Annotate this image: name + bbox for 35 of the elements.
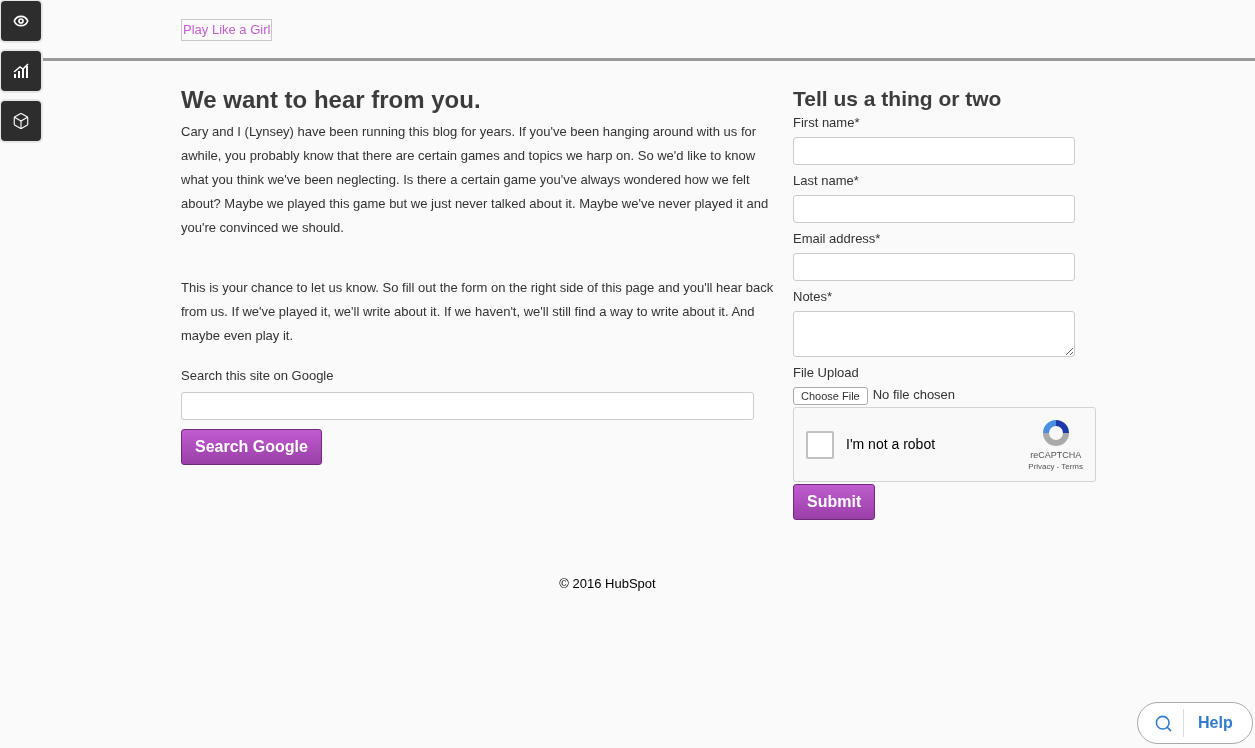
- page-heading: We want to hear from you.: [181, 85, 482, 115]
- copyright-text: © 2016 HubSpot: [559, 575, 656, 593]
- toolbar-button[interactable]: [1, 101, 41, 141]
- notes-field[interactable]: [793, 311, 1075, 357]
- field-label: First name*: [793, 115, 861, 131]
- field-label: Email address*: [793, 231, 882, 247]
- broken-logo-image[interactable]: Play Like a Girl: [181, 18, 273, 41]
- privacy-link[interactable]: Privacy: [1028, 460, 1055, 473]
- link-separator: -: [1056, 460, 1060, 473]
- captcha-checkbox[interactable]: [806, 430, 834, 459]
- file-status: No file chosen: [872, 386, 956, 404]
- captcha-brand: reCAPTCHA: [1030, 448, 1082, 461]
- toolbar-button[interactable]: [1, 1, 41, 41]
- text-field[interactable]: [793, 195, 1075, 223]
- eye-icon: [13, 13, 29, 29]
- search-field[interactable]: [181, 391, 754, 420]
- search-icon: [1154, 713, 1173, 733]
- field-label: Notes*: [793, 289, 834, 305]
- field-label: Search this site on Google: [181, 367, 335, 385]
- text-field[interactable]: [793, 253, 1075, 281]
- paragraph: This is your chance to let us know. So fill out the form on the right side of this page and you'll hear back from us. If we've played it, we'll write about it. If we haven't, we'll still find a way to write about it. And maybe even play it.: [181, 279, 775, 345]
- submit-button[interactable]: Submit: [793, 484, 876, 520]
- terms-link[interactable]: Terms: [1061, 460, 1083, 473]
- search-button[interactable]: Search Google: [181, 428, 322, 465]
- paragraph: Cary and I (Lynsey) have been running this blog for years. If you've been hanging around with us for awhile, you probably know that there are certain games and topics we harp on. So we'd like to know what you think we've been neglecting. Is there a certain game you've always wondered how we felt about? Maybe we played this game but we just never talked about it. Maybe we've never played it and you're convinced we should.: [181, 123, 770, 237]
- toolbar-button[interactable]: [1, 51, 41, 91]
- field-label: File Upload: [793, 365, 860, 381]
- cube-icon: [12, 112, 30, 130]
- form-heading: Tell us a thing or two: [793, 86, 1003, 112]
- choose-file-button[interactable]: Choose File: [793, 387, 868, 405]
- field-label: Last name*: [793, 173, 860, 189]
- chart-icon: [12, 62, 30, 80]
- help-button[interactable]: Help: [1137, 702, 1253, 744]
- captcha-label: I'm not a robot: [846, 435, 936, 454]
- text-field[interactable]: [793, 137, 1075, 165]
